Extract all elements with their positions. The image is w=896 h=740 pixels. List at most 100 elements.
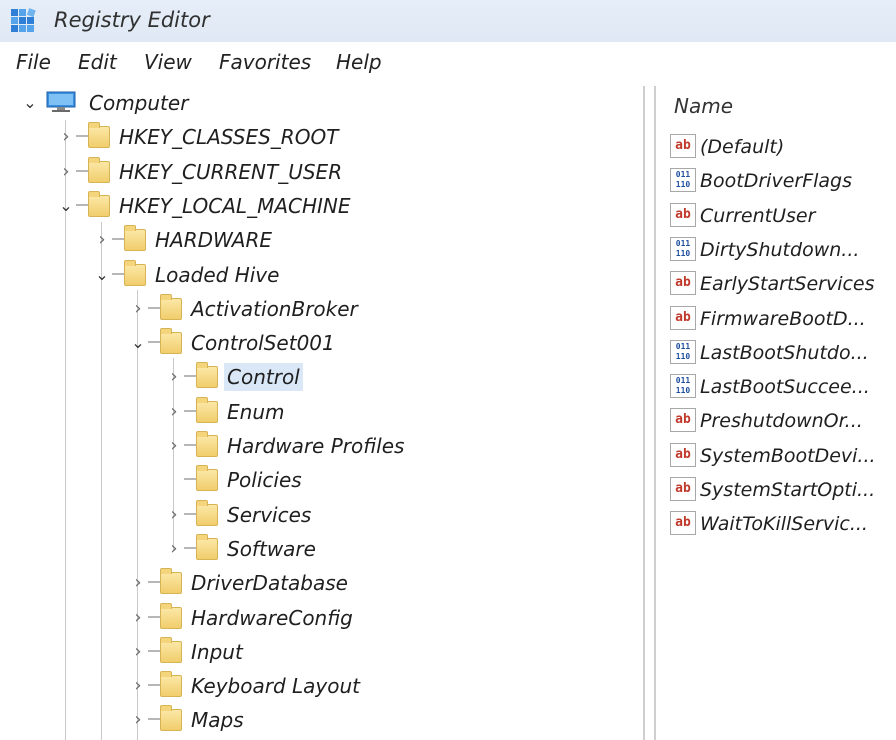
tree-connector xyxy=(184,546,196,549)
string-value-icon: ab xyxy=(670,511,696,536)
tree-item-label[interactable]: Services xyxy=(224,501,314,529)
tree-item-label[interactable]: Control xyxy=(224,363,303,392)
tree-item[interactable]: ⌄ Computer xyxy=(0,86,640,120)
tree-connector xyxy=(76,203,88,206)
tree-item-label[interactable]: Policies xyxy=(224,466,305,494)
computer-icon xyxy=(46,91,76,112)
tree-item-label[interactable]: HARDWARE xyxy=(152,226,275,254)
tree-item[interactable]: › Software xyxy=(0,532,640,566)
tree-item-label[interactable]: Input xyxy=(188,638,246,666)
tree-item[interactable]: › DriverDatabase xyxy=(0,566,640,600)
value-row[interactable]: ab SystemStartOpti... xyxy=(666,473,896,507)
tree-item-label[interactable]: Keyboard Layout xyxy=(188,672,363,700)
chevron-down-icon[interactable]: ⌄ xyxy=(92,262,112,288)
chevron-right-icon[interactable]: › xyxy=(164,399,184,425)
tree-item-label[interactable]: Computer xyxy=(86,89,191,117)
folder-icon xyxy=(196,533,218,560)
menu-file[interactable]: File xyxy=(16,50,51,74)
tree-item[interactable]: › Control xyxy=(0,360,640,394)
value-row[interactable]: 011 110 BootDriverFlags xyxy=(666,164,896,198)
value-row[interactable]: ab FirmwareBootD... xyxy=(666,302,896,336)
tree-item-label[interactable]: Software xyxy=(224,535,319,563)
tree-item[interactable]: ⌄ HKEY_LOCAL_MACHINE xyxy=(0,189,640,223)
chevron-right-icon[interactable]: › xyxy=(128,570,148,596)
column-header-name[interactable]: Name xyxy=(674,94,733,118)
registry-editor-window: Registry Editor File Edit View Favorites… xyxy=(0,0,896,740)
chevron-right-icon[interactable]: › xyxy=(128,673,148,699)
tree-item-label[interactable]: HardwareConfig xyxy=(188,604,356,632)
value-row[interactable]: ab SystemBootDevi... xyxy=(666,439,896,473)
menu-help[interactable]: Help xyxy=(336,50,382,74)
pane-splitter[interactable] xyxy=(643,86,645,740)
tree-item[interactable]: › ActivationBroker xyxy=(0,292,640,326)
folder-icon xyxy=(160,636,182,663)
menu-edit[interactable]: Edit xyxy=(78,50,117,74)
tree-item-label[interactable]: HKEY_CURRENT_USER xyxy=(116,158,345,186)
value-row[interactable]: 011 110 DirtyShutdown... xyxy=(666,233,896,267)
tree-item-label[interactable]: ActivationBroker xyxy=(188,295,361,323)
value-name: BootDriverFlags xyxy=(700,170,853,193)
binary-value-icon: 011 110 xyxy=(670,339,696,364)
tree-item[interactable]: › HardwareConfig xyxy=(0,601,640,635)
chevron-right-icon[interactable]: › xyxy=(164,433,184,459)
tree-item[interactable]: › HARDWARE xyxy=(0,223,640,257)
chevron-right-icon[interactable]: › xyxy=(128,605,148,631)
tree-item-label[interactable]: Maps xyxy=(188,706,247,734)
chevron-down-icon[interactable]: ⌄ xyxy=(56,193,76,219)
tree-item[interactable]: › Input xyxy=(0,635,640,669)
value-row[interactable]: 011 110 LastBootSuccee... xyxy=(666,370,896,404)
tree-connector xyxy=(148,649,160,652)
registry-tree[interactable]: ⌄ Computer › HKEY_CLASSES_ROOT › HKEY_CURRENT… xyxy=(0,86,640,740)
tree-item-label[interactable]: DriverDatabase xyxy=(188,569,351,597)
tree-item[interactable]: › Services xyxy=(0,498,640,532)
chevron-right-icon[interactable]: › xyxy=(128,296,148,322)
chevron-right-icon[interactable]: › xyxy=(56,124,76,150)
tree-item-label[interactable]: HKEY_LOCAL_MACHINE xyxy=(116,192,354,220)
tree-item[interactable]: › Maps xyxy=(0,703,640,737)
chevron-right-icon[interactable]: › xyxy=(164,364,184,390)
tree-connector xyxy=(112,238,124,241)
chevron-right-icon[interactable]: › xyxy=(128,707,148,733)
value-name: PreshutdownOr... xyxy=(700,410,863,433)
tree-item[interactable]: › HKEY_CURRENT_USER xyxy=(0,155,640,189)
tree-item-label[interactable]: Enum xyxy=(224,398,287,426)
chevron-right-icon[interactable]: › xyxy=(56,159,76,185)
tree-connector xyxy=(148,684,160,687)
chevron-down-icon[interactable]: ⌄ xyxy=(128,330,148,356)
tree-item[interactable]: ⌄ ControlSet001 xyxy=(0,326,640,360)
binary-value-icon: 011 110 xyxy=(670,168,696,193)
value-row[interactable]: ab EarlyStartServices xyxy=(666,267,896,301)
value-row[interactable]: ab (Default) xyxy=(666,130,896,164)
folder-icon xyxy=(160,568,182,595)
values-list[interactable]: Name ab (Default) 011 110 BootDriverFlags ab C… xyxy=(656,86,896,740)
chevron-right-icon[interactable]: › xyxy=(164,536,184,562)
title-bar[interactable]: Registry Editor xyxy=(0,0,896,42)
chevron-right-icon[interactable]: › xyxy=(164,502,184,528)
window-title: Registry Editor xyxy=(54,8,210,32)
folder-icon xyxy=(124,259,146,286)
tree-item-label[interactable]: HKEY_CLASSES_ROOT xyxy=(116,123,341,151)
menu-view[interactable]: View xyxy=(144,50,192,74)
tree-item-label[interactable]: Hardware Profiles xyxy=(224,432,407,460)
folder-icon xyxy=(124,225,146,252)
tree-connector xyxy=(76,169,88,172)
folder-icon xyxy=(196,396,218,423)
value-row[interactable]: 011 110 LastBootShutdo... xyxy=(666,336,896,370)
chevron-down-icon[interactable]: ⌄ xyxy=(20,90,40,116)
tree-connector xyxy=(148,718,160,721)
tree-item[interactable]: Policies xyxy=(0,463,640,497)
tree-item-label[interactable]: ControlSet001 xyxy=(188,329,338,357)
value-row[interactable]: ab WaitToKillServic... xyxy=(666,507,896,541)
tree-item[interactable]: › Enum xyxy=(0,395,640,429)
tree-item[interactable]: › Hardware Profiles xyxy=(0,429,640,463)
tree-item[interactable]: ⌄ Loaded Hive xyxy=(0,258,640,292)
chevron-right-icon[interactable]: › xyxy=(92,227,112,253)
tree-item[interactable]: › Keyboard Layout xyxy=(0,669,640,703)
value-row[interactable]: ab PreshutdownOr... xyxy=(666,404,896,438)
tree-item-label[interactable]: Loaded Hive xyxy=(152,261,282,289)
value-name: DirtyShutdown... xyxy=(700,238,860,261)
tree-item[interactable]: › HKEY_CLASSES_ROOT xyxy=(0,120,640,154)
chevron-right-icon[interactable]: › xyxy=(128,639,148,665)
menu-favorites[interactable]: Favorites xyxy=(219,50,311,74)
value-row[interactable]: ab CurrentUser xyxy=(666,199,896,233)
